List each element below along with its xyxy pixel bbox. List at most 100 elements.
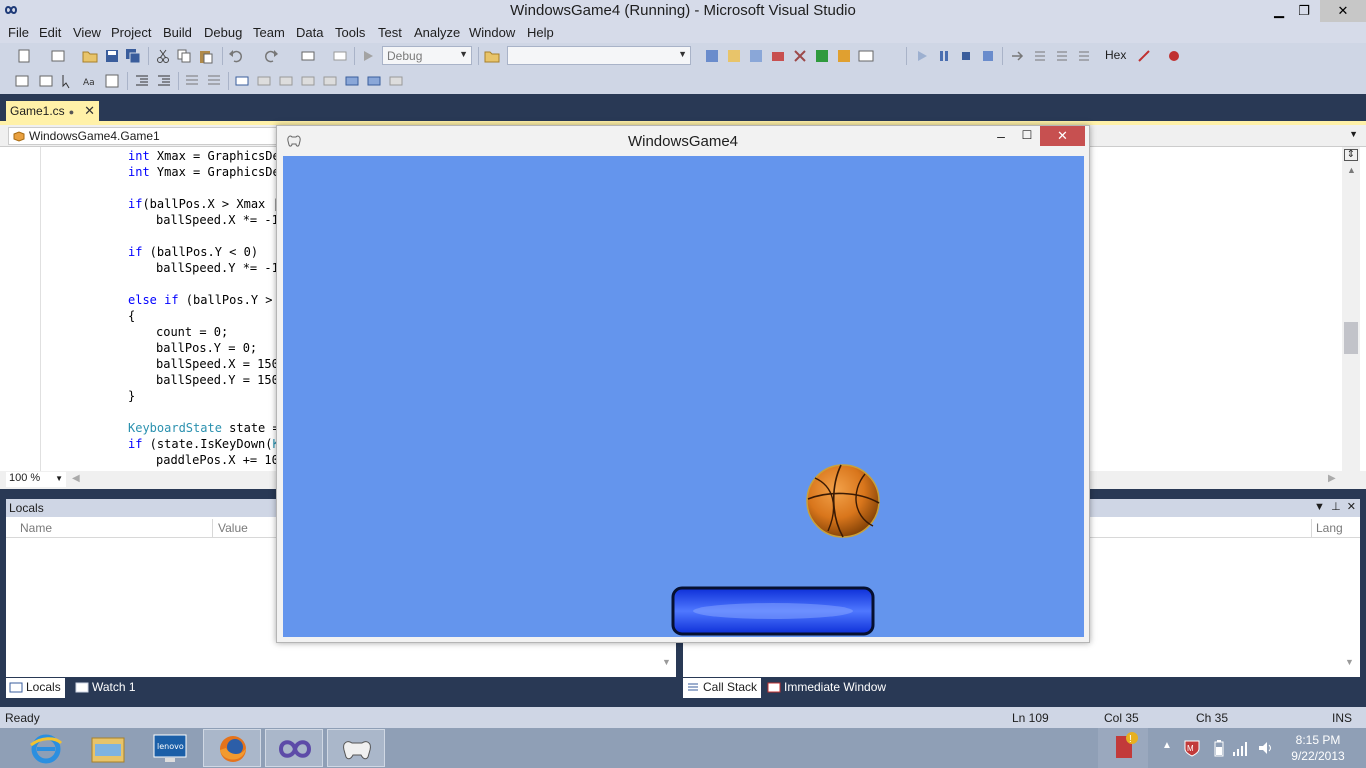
properties-icon[interactable] xyxy=(726,48,742,64)
split-window-icon[interactable]: ⇕ xyxy=(1344,149,1358,161)
close-pane-icon[interactable]: ✕ xyxy=(1347,501,1356,513)
game-viewport[interactable] xyxy=(283,156,1084,637)
find-in-files-icon[interactable] xyxy=(484,48,500,64)
thread-icon[interactable] xyxy=(1136,48,1152,64)
window-position-icon[interactable]: ▼ xyxy=(1314,501,1325,513)
clear-bookmarks-icon[interactable] xyxy=(388,73,404,89)
save-icon[interactable] xyxy=(104,48,120,64)
restore-button[interactable]: ❐ xyxy=(1293,0,1315,22)
mcafee-shield-icon[interactable]: M xyxy=(1183,739,1201,757)
menu-edit[interactable]: Edit xyxy=(39,25,61,40)
scroll-up-icon[interactable]: ▲ xyxy=(1347,165,1356,175)
menu-debug[interactable]: Debug xyxy=(204,25,242,40)
quick-info-icon[interactable] xyxy=(60,73,76,89)
next-bookmark-folder-icon[interactable] xyxy=(322,73,338,89)
taskbar-xna-game[interactable] xyxy=(327,729,385,767)
break-all-icon[interactable] xyxy=(936,48,952,64)
complete-word-icon[interactable]: Aa xyxy=(82,73,98,89)
start-page-icon[interactable] xyxy=(814,48,830,64)
tab-immediate-window[interactable]: Immediate Window xyxy=(764,678,890,698)
object-browser-icon[interactable] xyxy=(748,48,764,64)
volume-icon[interactable] xyxy=(1257,739,1275,757)
scroll-thumb[interactable] xyxy=(1344,322,1358,354)
game-minimize-button[interactable]: – xyxy=(991,128,1011,144)
step-over-icon[interactable] xyxy=(1054,48,1070,64)
tab-watch-1[interactable]: Watch 1 xyxy=(72,678,140,698)
hex-display-toggle[interactable]: Hex xyxy=(1105,48,1126,62)
auto-hide-pin-icon[interactable]: ⊥ xyxy=(1331,501,1341,513)
column-name[interactable]: Name xyxy=(20,521,52,535)
next-bookmark-doc-icon[interactable] xyxy=(366,73,382,89)
type-navigation-select[interactable]: WindowsGame4.Game1 xyxy=(8,127,278,145)
team-explorer-icon[interactable] xyxy=(836,48,852,64)
new-project-icon[interactable] xyxy=(16,48,32,64)
taskbar-file-explorer[interactable] xyxy=(79,729,137,767)
cut-icon[interactable] xyxy=(155,48,171,64)
call-stack-scroll-down-icon[interactable]: ▼ xyxy=(1345,657,1354,667)
restart-icon[interactable] xyxy=(980,48,996,64)
menu-team[interactable]: Team xyxy=(253,25,285,40)
solution-explorer-icon[interactable] xyxy=(704,48,720,64)
extension-manager-icon[interactable] xyxy=(792,48,808,64)
paste-icon[interactable] xyxy=(198,48,214,64)
editor-vertical-scrollbar[interactable]: ⇕ ▲ ▼ xyxy=(1342,147,1360,487)
object-icon[interactable] xyxy=(14,73,30,89)
open-file-icon[interactable] xyxy=(82,48,98,64)
next-bookmark-icon[interactable] xyxy=(278,73,294,89)
start-debugging-icon[interactable] xyxy=(360,48,376,64)
navigate-backward-icon[interactable] xyxy=(300,48,316,64)
column-language[interactable]: Lang xyxy=(1316,521,1343,535)
menu-file[interactable]: File xyxy=(8,25,29,40)
breakpoints-icon[interactable] xyxy=(1166,48,1182,64)
command-window-icon[interactable] xyxy=(858,48,874,64)
step-out-icon[interactable] xyxy=(1076,48,1092,64)
menu-test[interactable]: Test xyxy=(378,25,402,40)
toggle-bookmark-icon[interactable] xyxy=(234,73,250,89)
list-members-icon[interactable] xyxy=(104,73,120,89)
decrease-indent-icon[interactable] xyxy=(134,73,150,89)
increase-indent-icon[interactable] xyxy=(156,73,172,89)
tab-locals[interactable]: Locals xyxy=(6,678,65,698)
taskbar-clock[interactable]: 8:15 PM 9/22/2013 xyxy=(1290,732,1346,764)
tab-game1-cs[interactable]: Game1.cs ● ✕ xyxy=(6,101,99,122)
show-hidden-icons-icon[interactable]: ▲ xyxy=(1162,740,1172,768)
game-window[interactable]: WindowsGame4 – ☐ ✕ xyxy=(276,125,1090,643)
menu-view[interactable]: View xyxy=(73,25,101,40)
save-all-icon[interactable] xyxy=(125,48,141,64)
menu-build[interactable]: Build xyxy=(163,25,192,40)
copy-icon[interactable] xyxy=(176,48,192,64)
close-button[interactable]: ✕ xyxy=(1320,0,1366,22)
game-close-button[interactable]: ✕ xyxy=(1040,126,1085,146)
menu-project[interactable]: Project xyxy=(111,25,151,40)
previous-bookmark-folder-icon[interactable] xyxy=(300,73,316,89)
menu-analyze[interactable]: Analyze xyxy=(414,25,460,40)
close-tab-icon[interactable]: ✕ xyxy=(84,103,95,119)
battery-icon[interactable] xyxy=(1212,739,1226,757)
uncomment-icon[interactable] xyxy=(206,73,222,89)
taskbar-lenovo[interactable]: lenovo xyxy=(141,729,199,767)
solution-configuration-select[interactable]: Debug ▼ xyxy=(382,46,472,65)
menu-help[interactable]: Help xyxy=(527,25,554,40)
add-item-icon[interactable] xyxy=(50,48,66,64)
taskbar-visual-studio[interactable] xyxy=(265,729,323,767)
taskbar-internet-explorer[interactable] xyxy=(17,729,75,767)
member-navigation-dropdown-icon[interactable]: ▼ xyxy=(1349,129,1358,139)
comment-out-icon[interactable] xyxy=(184,73,200,89)
menu-tools[interactable]: Tools xyxy=(335,25,365,40)
minimize-button[interactable]: ▁ xyxy=(1268,0,1290,22)
menu-window[interactable]: Window xyxy=(469,25,515,40)
tab-call-stack[interactable]: Call Stack xyxy=(683,678,762,698)
toolbox-icon[interactable] xyxy=(770,48,786,64)
menu-data[interactable]: Data xyxy=(296,25,323,40)
scroll-left-icon[interactable]: ◀ xyxy=(72,473,80,484)
navigate-forward-icon[interactable] xyxy=(332,48,348,64)
parameter-info-icon[interactable] xyxy=(38,73,54,89)
pin-icon[interactable]: ● xyxy=(69,107,74,117)
stop-debugging-icon[interactable] xyxy=(958,48,974,64)
zoom-select[interactable]: 100 % ▼ xyxy=(6,472,66,487)
show-next-statement-icon[interactable] xyxy=(1010,48,1026,64)
taskbar-firefox[interactable] xyxy=(203,729,261,767)
redo-icon[interactable] xyxy=(263,48,279,64)
previous-bookmark-doc-icon[interactable] xyxy=(344,73,360,89)
network-signal-icon[interactable] xyxy=(1232,739,1250,757)
